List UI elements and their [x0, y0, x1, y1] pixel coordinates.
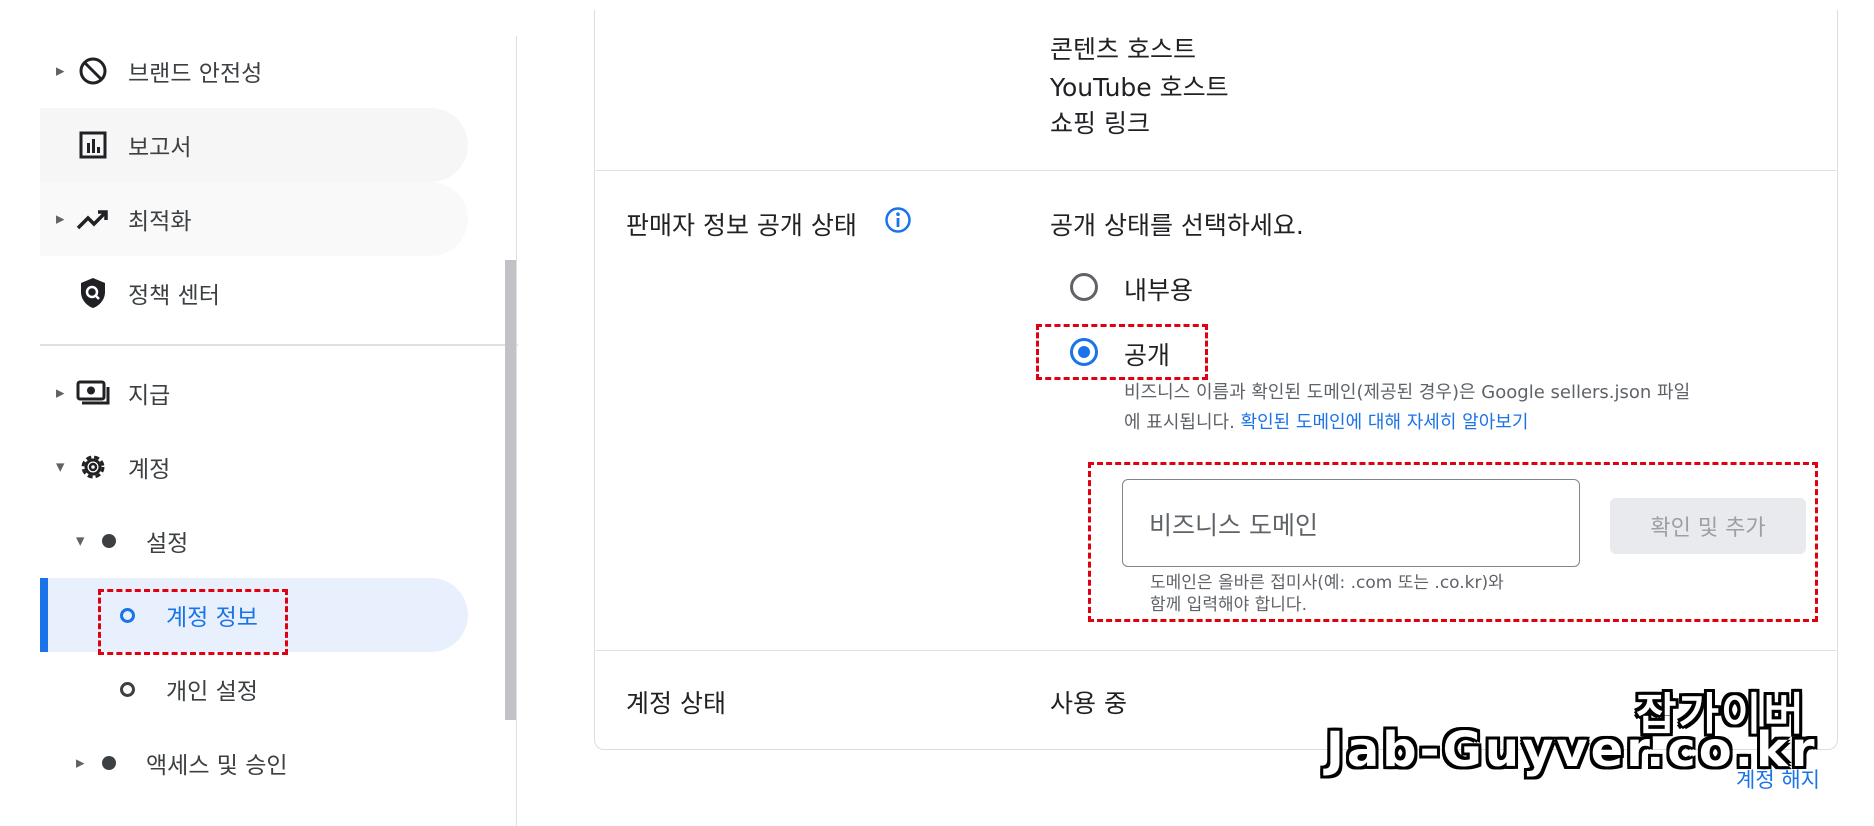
- highlight-box-domain: [1088, 462, 1818, 622]
- sidebar-divider: [40, 344, 518, 346]
- sidebar-item-optimization[interactable]: ▶ 최적화: [40, 182, 468, 256]
- collapse-arrow-icon: ▼: [76, 534, 85, 548]
- watermark-url: Jab-Guyver.co.kr: [1326, 722, 1818, 778]
- sidebar-item-label: 개인 설정: [166, 679, 258, 705]
- account-status-label: 계정 상태: [626, 689, 726, 718]
- sidebar-item-access-approval[interactable]: ▶ 액세스 및 승인: [40, 726, 468, 800]
- sidebar-item-settings[interactable]: ▼ 설정: [40, 504, 468, 578]
- active-indicator: [40, 578, 48, 652]
- account-status-value: 사용 중: [1050, 689, 1127, 718]
- host-value-shopping: 쇼핑 링크: [1050, 109, 1150, 138]
- sidebar-item-label: 브랜드 안전성: [128, 61, 263, 87]
- bullet-ring-icon: [110, 672, 144, 706]
- sidebar-item-label: 액세스 및 승인: [146, 753, 288, 779]
- visibility-prompt: 공개 상태를 선택하세요.: [1050, 211, 1304, 240]
- sidebar-item-label: 계정: [128, 457, 171, 483]
- block-icon: [76, 54, 110, 88]
- collapse-arrow-icon: ▼: [56, 460, 65, 474]
- sidebar-item-label: 지급: [128, 383, 171, 409]
- learn-more-link[interactable]: 확인된 도메인에 대해 자세히 알아보기: [1241, 412, 1529, 433]
- visibility-help-line2: 에 표시됩니다. 확인된 도메인에 대해 자세히 알아보기: [1124, 412, 1529, 433]
- sidebar-nav: ▶ 브랜드 안전성 보고서 ▶ 최적화 정책 센터 ▶ 지급 ▼ 계정 ▼ 설정…: [40, 0, 518, 826]
- sidebar-item-payments[interactable]: ▶ 지급: [40, 356, 468, 430]
- sidebar-item-brand-safety[interactable]: ▶ 브랜드 안전성: [40, 34, 468, 108]
- host-value-youtube: YouTube 호스트: [1050, 73, 1229, 102]
- expand-arrow-icon: ▶: [56, 212, 65, 226]
- expand-arrow-icon: ▶: [56, 64, 65, 78]
- payments-icon: [76, 376, 110, 410]
- sidebar-item-reports[interactable]: 보고서: [40, 108, 468, 182]
- bullet-dot-icon: [92, 746, 126, 780]
- sidebar-item-label: 보고서: [128, 135, 192, 161]
- visibility-help-line1: 비즈니스 이름과 확인된 도메인(제공된 경우)은 Google sellers…: [1124, 382, 1691, 403]
- expand-arrow-icon: ▶: [56, 386, 65, 400]
- host-value-content: 콘텐츠 호스트: [1050, 35, 1196, 64]
- info-icon[interactable]: [884, 206, 912, 234]
- row-divider: [596, 650, 1836, 651]
- gear-icon: [76, 450, 110, 484]
- expand-arrow-icon: ▶: [76, 756, 85, 770]
- sidebar-border: [516, 36, 517, 826]
- sidebar-item-account[interactable]: ▼ 계정: [40, 430, 468, 504]
- sidebar-item-label: 설정: [146, 531, 189, 557]
- trending-up-icon: [76, 202, 110, 236]
- radio-internal[interactable]: [1070, 273, 1098, 301]
- sidebar-item-label: 정책 센터: [128, 283, 220, 309]
- bar-chart-icon: [76, 128, 110, 162]
- row-divider: [596, 170, 1836, 171]
- shield-search-icon: [76, 276, 110, 310]
- radio-internal-label[interactable]: 내부용: [1124, 271, 1193, 307]
- highlight-box-public: [1036, 324, 1208, 380]
- sidebar-item-personal-settings[interactable]: 개인 설정: [40, 652, 468, 726]
- highlight-box-account-info: [98, 589, 288, 655]
- sidebar-item-label: 최적화: [128, 209, 192, 235]
- bullet-dot-icon: [92, 524, 126, 558]
- seller-visibility-label: 판매자 정보 공개 상태: [626, 211, 857, 240]
- sidebar-item-policy-center[interactable]: 정책 센터: [40, 256, 468, 330]
